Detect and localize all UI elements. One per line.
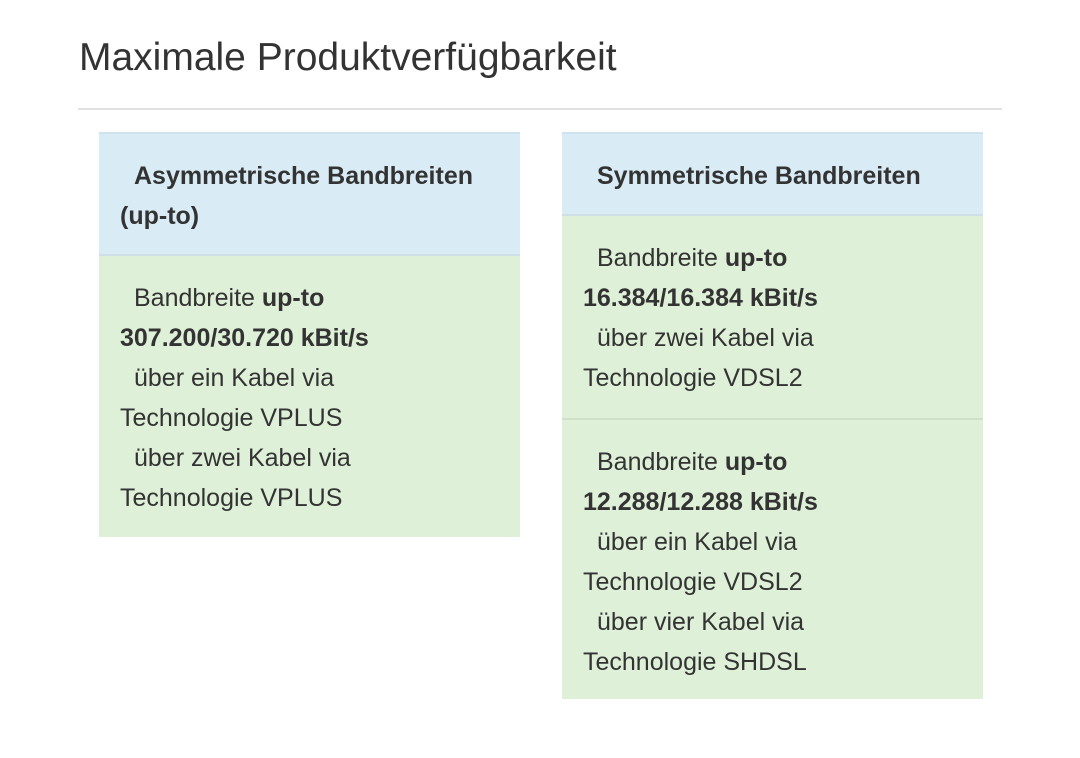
asymmetric-bandwidth-column: Asymmetrische Bandbreiten (up-to) Bandbr… [99, 132, 520, 537]
bandwidth-cell: Bandbreite up-to 16.384/16.384 kBit/s üb… [562, 216, 983, 418]
column-header-symmetric: Symmetrische Bandbreiten [562, 132, 983, 216]
bandwidth-label: Bandbreite up-to [583, 238, 963, 278]
bandwidth-cell: Bandbreite up-to 307.200/30.720 kBit/s ü… [99, 256, 520, 537]
bandwidth-prefix: Bandbreite [597, 244, 725, 272]
bandwidth-cell: Bandbreite up-to 12.288/12.288 kBit/s üb… [562, 418, 983, 699]
upto-label: up-to [724, 244, 788, 272]
page-title: Maximale Produktverfügbarkeit [79, 36, 617, 79]
column-header-line: Asymmetrische Bandbreiten [134, 162, 474, 190]
upto-label: up-to [724, 448, 788, 476]
column-header-asymmetric: Asymmetrische Bandbreiten (up-to) [99, 132, 520, 256]
cable-option: über zwei Kabel via [134, 444, 351, 472]
upto-label: up-to [261, 284, 325, 312]
technology-label: Technologie VPLUS [120, 404, 343, 432]
symmetric-bandwidth-column: Symmetrische Bandbreiten Bandbreite up-t… [562, 132, 983, 699]
bandwidth-prefix: Bandbreite [597, 448, 725, 476]
column-header-line: Symmetrische Bandbreiten [597, 162, 921, 190]
bandwidth-label: Bandbreite up-to [583, 442, 963, 482]
cable-option: über vier Kabel via [597, 608, 805, 636]
bandwidth-label: Bandbreite up-to [120, 278, 500, 318]
cable-option: über ein Kabel via [134, 364, 335, 392]
column-header-line: (up-to) [120, 202, 200, 230]
technology-label: Technologie VDSL2 [583, 364, 803, 392]
cable-option: über zwei Kabel via [597, 324, 814, 352]
bandwidth-prefix: Bandbreite [134, 284, 262, 312]
technology-label: Technologie SHDSL [583, 648, 807, 676]
bandwidth-rate: 12.288/12.288 kBit/s [583, 488, 818, 516]
technology-label: Technologie VPLUS [120, 484, 343, 512]
title-divider [78, 108, 1002, 110]
cable-option: über ein Kabel via [597, 528, 798, 556]
bandwidth-rate: 16.384/16.384 kBit/s [583, 284, 818, 312]
technology-label: Technologie VDSL2 [583, 568, 803, 596]
bandwidth-rate: 307.200/30.720 kBit/s [120, 324, 369, 352]
